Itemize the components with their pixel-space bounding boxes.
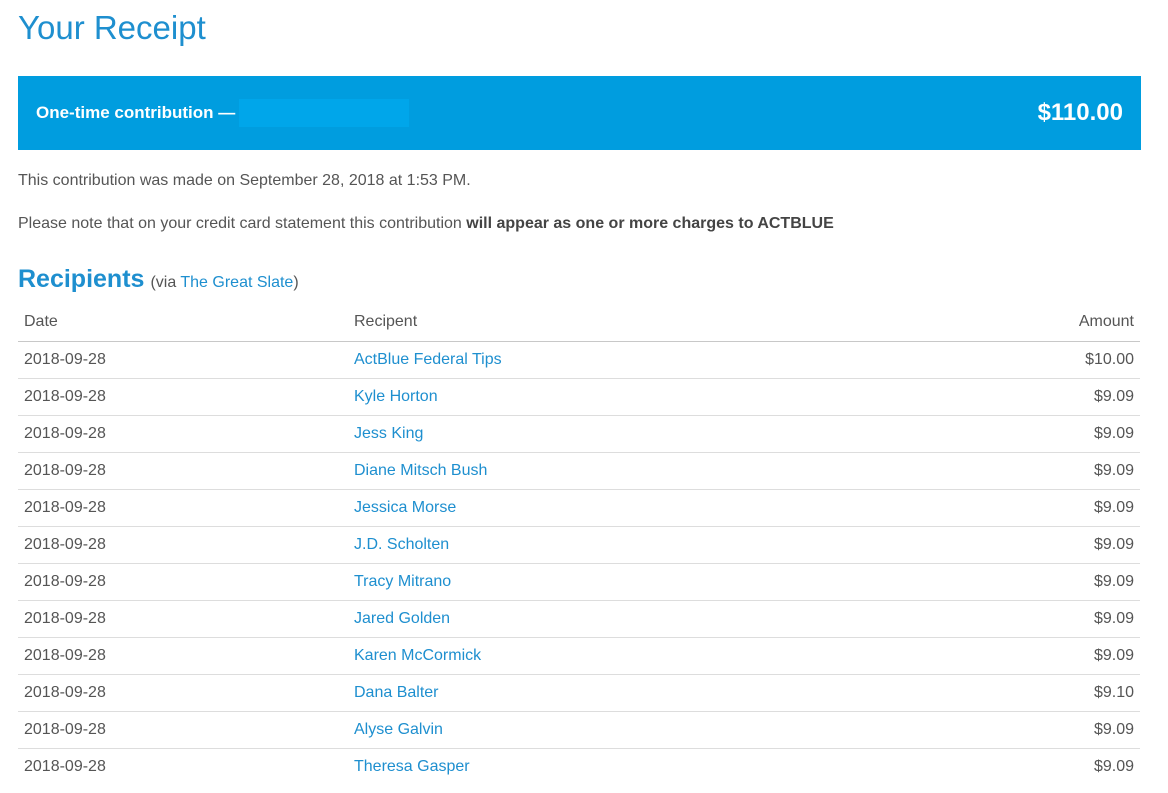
statement-note: Please note that on your credit card sta… bbox=[18, 214, 834, 234]
recipients-table: Date Recipent Amount 2018-09-28 ActBlue F… bbox=[18, 304, 1140, 785]
row-date: 2018-09-28 bbox=[18, 489, 348, 527]
statement-note-prefix: Please note that on your credit card sta… bbox=[18, 215, 462, 232]
row-amount: $9.09 bbox=[908, 711, 1140, 749]
redacted-block bbox=[239, 99, 410, 127]
table-row: 2018-09-28 Tracy Mitrano $9.09 bbox=[18, 563, 1140, 601]
recipient-link[interactable]: Theresa Gasper bbox=[354, 758, 470, 775]
table-row: 2018-09-28 Dana Balter $9.10 bbox=[18, 674, 1140, 712]
recipients-title: Recipients bbox=[18, 265, 145, 293]
via-prefix: (via bbox=[150, 274, 177, 291]
row-amount: $9.09 bbox=[908, 415, 1140, 453]
row-date: 2018-09-28 bbox=[18, 674, 348, 712]
row-recipient-cell: Jared Golden bbox=[348, 600, 908, 638]
recipient-link[interactable]: ActBlue Federal Tips bbox=[354, 351, 502, 368]
recipient-link[interactable]: Tracy Mitrano bbox=[354, 573, 451, 590]
row-amount: $9.10 bbox=[908, 674, 1140, 712]
row-date: 2018-09-28 bbox=[18, 341, 348, 379]
table-row: 2018-09-28 ActBlue Federal Tips $10.00 bbox=[18, 341, 1140, 379]
table-row: 2018-09-28 Jess King $9.09 bbox=[18, 415, 1140, 453]
row-date: 2018-09-28 bbox=[18, 452, 348, 490]
table-row: 2018-09-28 Kyle Horton $9.09 bbox=[18, 378, 1140, 416]
row-amount: $9.09 bbox=[908, 489, 1140, 527]
row-recipient-cell: Alyse Galvin bbox=[348, 711, 908, 749]
recipient-link[interactable]: Jared Golden bbox=[354, 610, 450, 627]
page-title: Your Receipt bbox=[18, 9, 206, 46]
row-date: 2018-09-28 bbox=[18, 711, 348, 749]
column-header-date: Date bbox=[18, 304, 348, 342]
table-row: 2018-09-28 Theresa Gasper $9.09 bbox=[18, 748, 1140, 785]
row-date: 2018-09-28 bbox=[18, 526, 348, 564]
row-recipient-cell: Theresa Gasper bbox=[348, 748, 908, 785]
table-row: 2018-09-28 Jared Golden $9.09 bbox=[18, 600, 1140, 638]
row-date: 2018-09-28 bbox=[18, 415, 348, 453]
column-header-amount: Amount bbox=[908, 304, 1140, 342]
banner-left: One-time contribution — bbox=[36, 99, 410, 127]
row-date: 2018-09-28 bbox=[18, 637, 348, 675]
total-amount: $110.00 bbox=[1037, 99, 1123, 126]
table-row: 2018-09-28 Diane Mitsch Bush $9.09 bbox=[18, 452, 1140, 490]
recipient-link[interactable]: Kyle Horton bbox=[354, 388, 438, 405]
table-row: 2018-09-28 Karen McCormick $9.09 bbox=[18, 637, 1140, 675]
recipient-link[interactable]: Jess King bbox=[354, 425, 423, 442]
table-header-row: Date Recipent Amount bbox=[18, 304, 1140, 342]
row-recipient-cell: J.D. Scholten bbox=[348, 526, 908, 564]
row-amount: $9.09 bbox=[908, 378, 1140, 416]
row-recipient-cell: Karen McCormick bbox=[348, 637, 908, 675]
row-amount: $9.09 bbox=[908, 526, 1140, 564]
recipient-link[interactable]: J.D. Scholten bbox=[354, 536, 449, 553]
table-row: 2018-09-28 Alyse Galvin $9.09 bbox=[18, 711, 1140, 749]
via-text: (via The Great Slate) bbox=[150, 274, 298, 292]
statement-note-bold: will appear as one or more charges to AC… bbox=[466, 215, 834, 232]
row-recipient-cell: ActBlue Federal Tips bbox=[348, 341, 908, 379]
contribution-type-label: One-time contribution — bbox=[36, 103, 236, 122]
table-row: 2018-09-28 Jessica Morse $9.09 bbox=[18, 489, 1140, 527]
receipt-page: Your Receipt One-time contribution — $11… bbox=[0, 0, 1168, 793]
row-recipient-cell: Jessica Morse bbox=[348, 489, 908, 527]
row-recipient-cell: Jess King bbox=[348, 415, 908, 453]
row-amount: $9.09 bbox=[908, 452, 1140, 490]
row-date: 2018-09-28 bbox=[18, 378, 348, 416]
row-date: 2018-09-28 bbox=[18, 563, 348, 601]
contribution-banner: One-time contribution — $110.00 bbox=[18, 76, 1141, 150]
row-recipient-cell: Dana Balter bbox=[348, 674, 908, 712]
row-amount: $9.09 bbox=[908, 600, 1140, 638]
recipient-link[interactable]: Dana Balter bbox=[354, 684, 439, 701]
column-header-recipient: Recipent bbox=[348, 304, 908, 342]
recipient-link[interactable]: Jessica Morse bbox=[354, 499, 456, 516]
recipient-link[interactable]: Diane Mitsch Bush bbox=[354, 462, 487, 479]
recipient-link[interactable]: Karen McCormick bbox=[354, 647, 481, 664]
row-amount: $9.09 bbox=[1093, 757, 1134, 775]
row-recipient-cell: Tracy Mitrano bbox=[348, 563, 908, 601]
row-amount: $9.09 bbox=[908, 637, 1140, 675]
recipients-heading: Recipients (via The Great Slate) bbox=[18, 264, 299, 294]
row-recipient-cell: Kyle Horton bbox=[348, 378, 908, 416]
via-suffix: ) bbox=[293, 274, 299, 291]
row-amount: $10.00 bbox=[908, 341, 1140, 379]
contribution-date-note: This contribution was made on September … bbox=[18, 172, 471, 189]
slate-link[interactable]: The Great Slate bbox=[180, 274, 293, 291]
row-date: 2018-09-28 bbox=[24, 757, 106, 775]
row-recipient-cell: Diane Mitsch Bush bbox=[348, 452, 908, 490]
recipient-link[interactable]: Alyse Galvin bbox=[354, 721, 443, 738]
row-date: 2018-09-28 bbox=[18, 600, 348, 638]
row-amount: $9.09 bbox=[908, 563, 1140, 601]
table-row: 2018-09-28 J.D. Scholten $9.09 bbox=[18, 526, 1140, 564]
